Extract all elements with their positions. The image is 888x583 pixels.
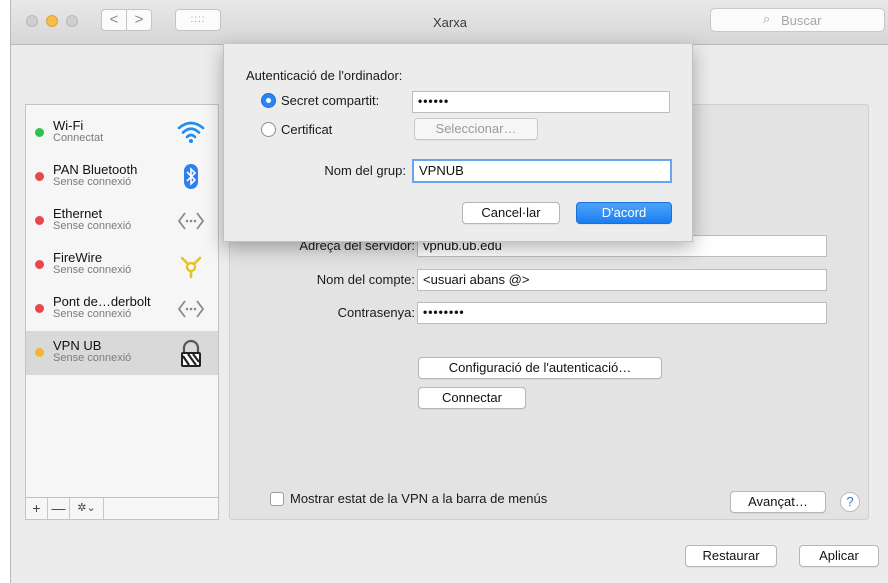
search-field[interactable]: ⌕ Buscar	[710, 8, 885, 32]
search-placeholder: Buscar	[781, 13, 822, 28]
service-item-firewire[interactable]: FireWire Sense connexió	[26, 243, 218, 287]
service-item-vpn-ub[interactable]: VPN UB Sense connexió	[26, 331, 218, 375]
status-dot	[35, 348, 44, 357]
service-name: Wi-Fi	[53, 118, 84, 133]
add-service-button[interactable]: +	[26, 498, 48, 519]
advanced-button[interactable]: Avançat…	[730, 491, 826, 513]
cancel-button[interactable]: Cancel·lar	[462, 202, 560, 224]
authentication-sheet: Autenticació de l'ordinador: Secret comp…	[223, 44, 693, 242]
group-name-label: Nom del grup:	[324, 163, 406, 178]
status-dot	[35, 216, 44, 225]
remove-service-button[interactable]: —	[48, 498, 70, 519]
connect-button[interactable]: Connectar	[418, 387, 526, 409]
shared-secret-input[interactable]: ••••••	[412, 91, 670, 113]
status-dot	[35, 172, 44, 181]
status-dot	[35, 260, 44, 269]
shared-secret-radio[interactable]	[261, 93, 276, 108]
service-item-bluetooth-pan[interactable]: PAN Bluetooth Sense connexió	[26, 155, 218, 199]
password-label: Contrasenya:	[337, 305, 415, 320]
service-name: VPN UB	[53, 338, 102, 353]
service-name: Ethernet	[53, 206, 103, 221]
service-status: Sense connexió	[53, 352, 132, 364]
help-button[interactable]: ?	[840, 492, 860, 512]
service-item-thunderbolt-bridge[interactable]: Pont de…derbolt Sense connexió	[26, 287, 218, 331]
shared-secret-label: Secret compartit:	[281, 93, 380, 108]
authentication-settings-button[interactable]: Configuració de l'autenticació…	[418, 357, 662, 379]
account-name-input[interactable]: <usuari abans @>	[417, 269, 827, 291]
firewire-icon	[176, 251, 206, 279]
certificate-radio[interactable]	[261, 122, 276, 137]
service-list-toolbar: + — ✲⌄	[25, 498, 219, 520]
service-list: Wi-Fi Connectat PAN Bluetooth Sense conn…	[25, 104, 219, 498]
service-status: Connectat	[53, 132, 104, 144]
service-status: Sense connexió	[53, 176, 132, 188]
gear-icon[interactable]: ✲⌄	[70, 498, 104, 519]
service-item-wifi[interactable]: Wi-Fi Connectat	[26, 111, 218, 155]
show-vpn-status-label: Mostrar estat de la VPN a la barra de me…	[290, 491, 548, 506]
service-status: Sense connexió	[53, 264, 132, 276]
select-certificate-button[interactable]: Seleccionar…	[414, 118, 538, 140]
vpn-lock-icon	[176, 339, 206, 367]
thunderbolt-bridge-icon	[176, 295, 206, 323]
certificate-label: Certificat	[281, 122, 333, 137]
service-item-ethernet[interactable]: Ethernet Sense connexió	[26, 199, 218, 243]
ethernet-icon	[176, 207, 206, 235]
show-vpn-status-checkbox[interactable]	[270, 492, 284, 506]
ok-button[interactable]: D'acord	[576, 202, 672, 224]
status-dot	[35, 304, 44, 313]
search-icon: ⌕	[763, 11, 771, 26]
service-name: Pont de…derbolt	[53, 294, 151, 309]
group-name-input[interactable]: VPNUB	[412, 159, 672, 183]
revert-button[interactable]: Restaurar	[685, 545, 777, 567]
apply-button[interactable]: Aplicar	[799, 545, 879, 567]
service-name: PAN Bluetooth	[53, 162, 138, 177]
title-bar: < > :::: Xarxa ⌕ Buscar	[11, 0, 888, 45]
status-dot	[35, 128, 44, 137]
service-name: FireWire	[53, 250, 103, 265]
bluetooth-icon	[176, 163, 206, 191]
service-status: Sense connexió	[53, 308, 132, 320]
password-input[interactable]: ••••••••	[417, 302, 827, 324]
account-name-label: Nom del compte:	[316, 272, 415, 287]
service-status: Sense connexió	[53, 220, 132, 232]
network-preferences-window: < > :::: Xarxa ⌕ Buscar Wi-Fi Connectat …	[10, 0, 888, 583]
sheet-heading: Autenticació de l'ordinador:	[246, 68, 403, 83]
wifi-icon	[176, 119, 206, 147]
